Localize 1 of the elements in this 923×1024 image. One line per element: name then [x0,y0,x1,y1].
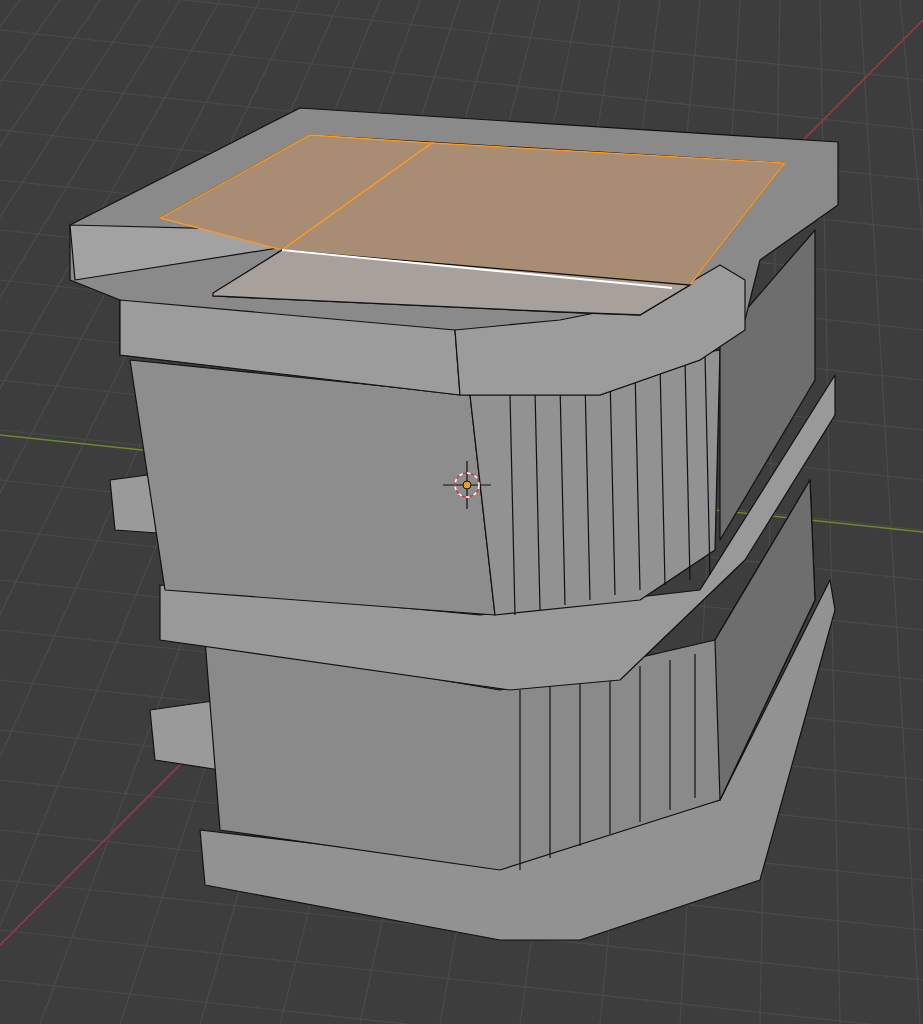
3d-cursor-icon [442,460,492,510]
